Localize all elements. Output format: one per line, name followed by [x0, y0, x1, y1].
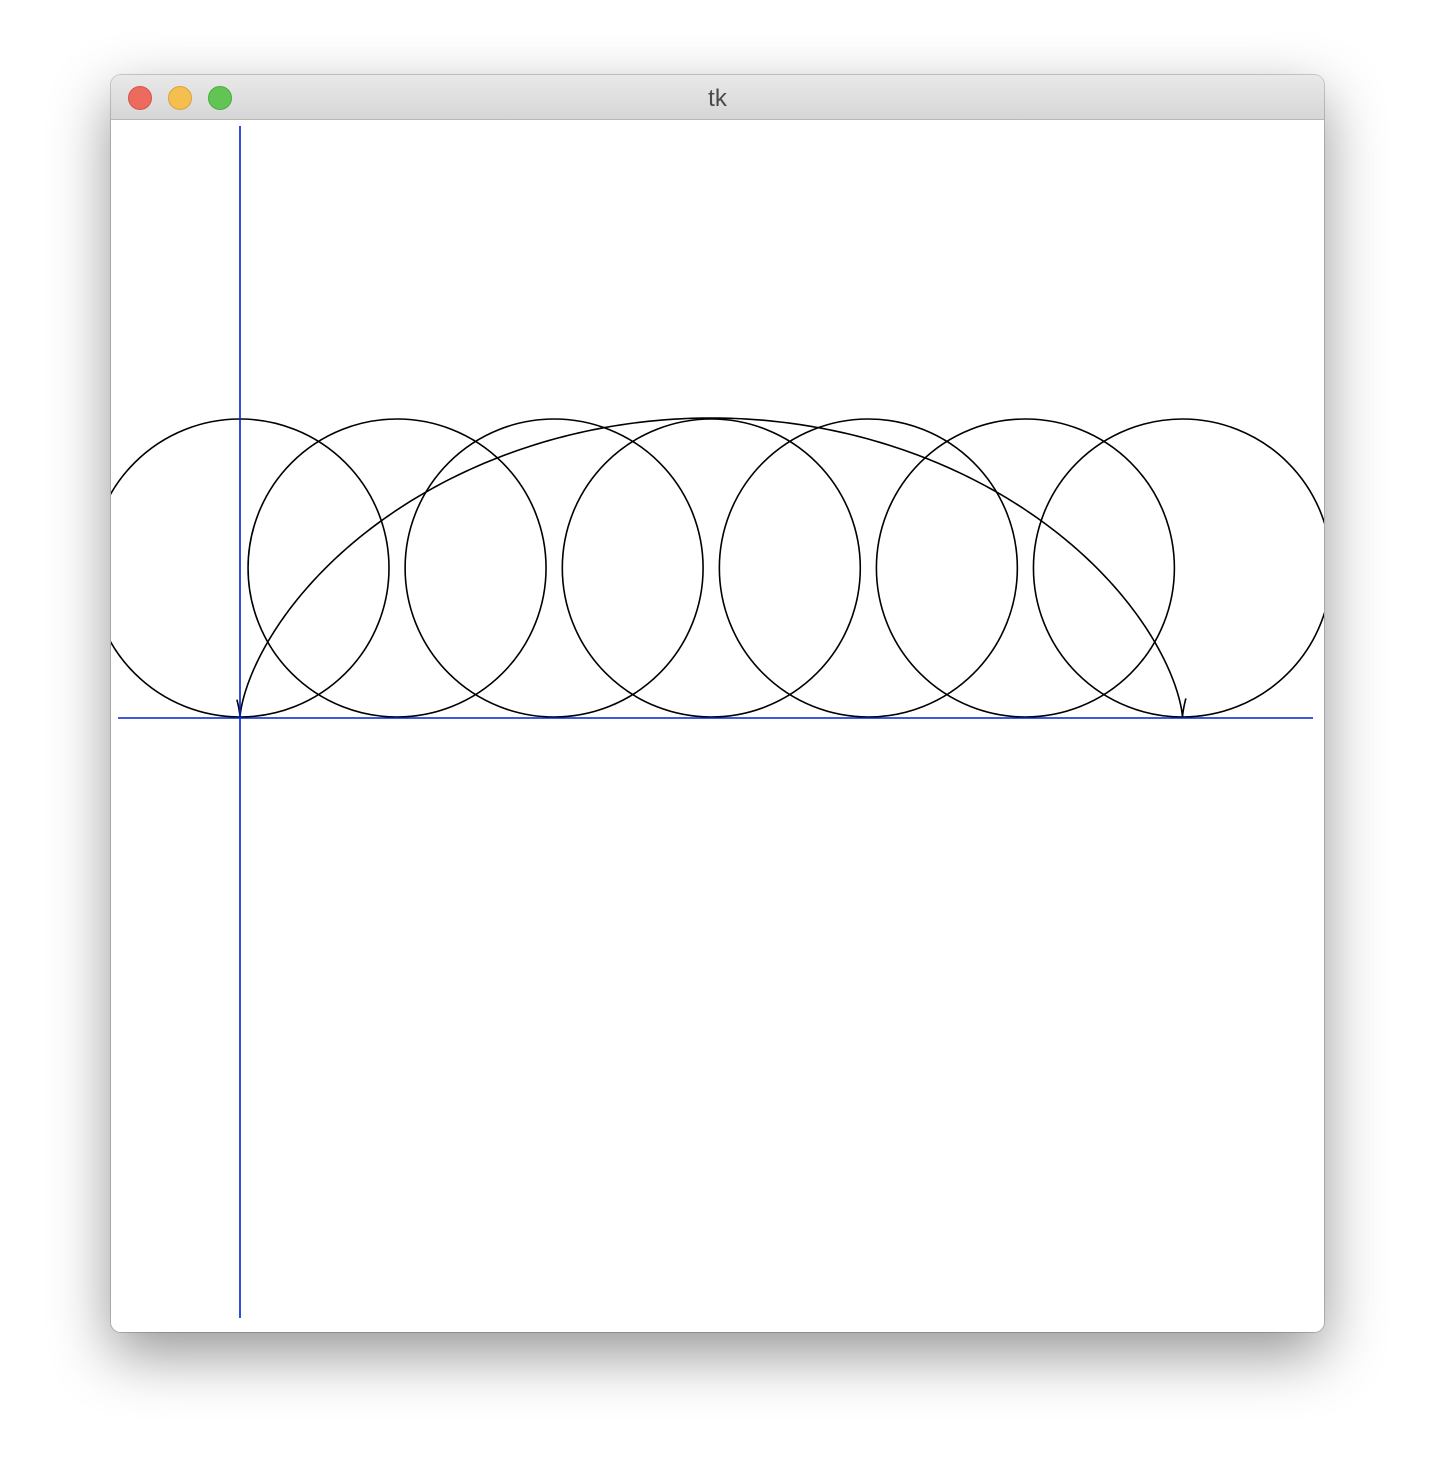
cycloid-curve	[236, 417, 1187, 719]
rolling-circle-7	[1032, 418, 1324, 718]
rolling-circle-4	[561, 418, 862, 718]
rolling-circle-2	[247, 418, 547, 718]
rolling-circle-3	[404, 418, 704, 718]
window-title: tk	[708, 85, 727, 112]
title-bar[interactable]: tk	[111, 75, 1324, 120]
rolling-circle-5	[718, 418, 1019, 718]
rolling-circles	[111, 418, 1324, 718]
cycloid-figure	[111, 126, 1324, 1318]
drawing-canvas[interactable]	[111, 120, 1324, 1332]
rolling-circle-6	[875, 418, 1176, 718]
app-window: tk	[111, 75, 1324, 1332]
rolling-circle-1	[111, 418, 390, 718]
